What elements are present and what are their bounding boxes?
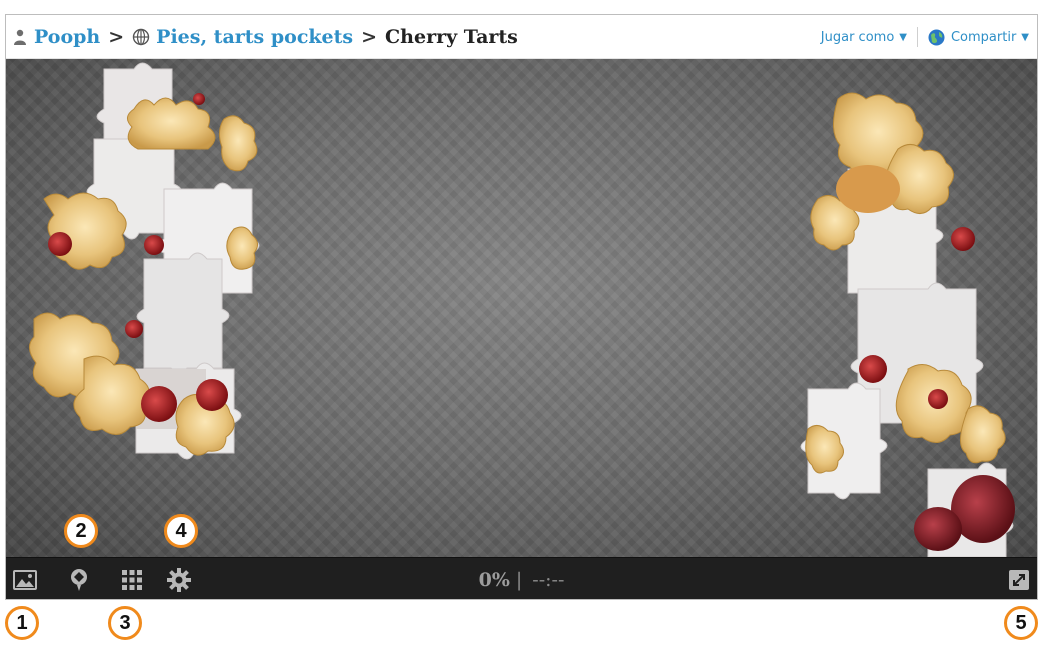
callout-badge-2: 2 (64, 514, 98, 548)
puzzle-app: Pooph > Pies, tarts pockets > Cherry Tar… (0, 0, 1040, 645)
progress-readout: 0% | --:-- (6, 558, 1037, 599)
puzzle-pieces-right-pile[interactable] (788, 89, 1037, 557)
elapsed-timer: --:-- (532, 569, 565, 591)
callout-badge-3: 3 (108, 606, 142, 640)
breadcrumb-user-link[interactable]: Pooph (34, 26, 100, 48)
puzzle-pieces-left-pile[interactable] (24, 59, 284, 479)
chevron-down-icon: ▼ (899, 31, 907, 43)
globe-grid-icon (132, 28, 150, 45)
progress-percent: 0% (478, 569, 510, 591)
user-icon (14, 29, 26, 45)
header-actions: Jugar como ▼ Compartir ▼ (821, 15, 1029, 59)
header-bar: Pooph > Pies, tarts pockets > Cherry Tar… (6, 15, 1037, 59)
puzzle-board[interactable] (6, 59, 1037, 557)
callout-badge-1: 1 (5, 606, 39, 640)
callout-badge-5: 5 (1004, 606, 1038, 640)
fullscreen-icon (1009, 570, 1029, 590)
fullscreen-button[interactable] (1006, 567, 1032, 593)
progress-divider: | (515, 569, 523, 591)
callout-badge-4: 4 (164, 514, 198, 548)
page-title: Cherry Tarts (385, 25, 518, 48)
breadcrumb-separator: > (108, 25, 125, 48)
breadcrumb: Pooph > Pies, tarts pockets > Cherry Tar… (12, 26, 518, 48)
puzzle-frame: Pooph > Pies, tarts pockets > Cherry Tar… (5, 14, 1038, 600)
share-dropdown[interactable]: Compartir ▼ (928, 29, 1029, 46)
breadcrumb-category-link[interactable]: Pies, tarts pockets (156, 26, 353, 48)
divider (916, 27, 918, 47)
globe-icon (928, 29, 945, 45)
bottom-toolbar: 0% | --:-- (6, 557, 1037, 599)
share-label: Compartir (950, 29, 1017, 45)
play-as-dropdown[interactable]: Jugar como ▼ (821, 30, 907, 45)
chevron-down-icon: ▼ (1021, 31, 1029, 43)
breadcrumb-separator: > (361, 25, 378, 48)
play-as-label: Jugar como (820, 29, 895, 45)
